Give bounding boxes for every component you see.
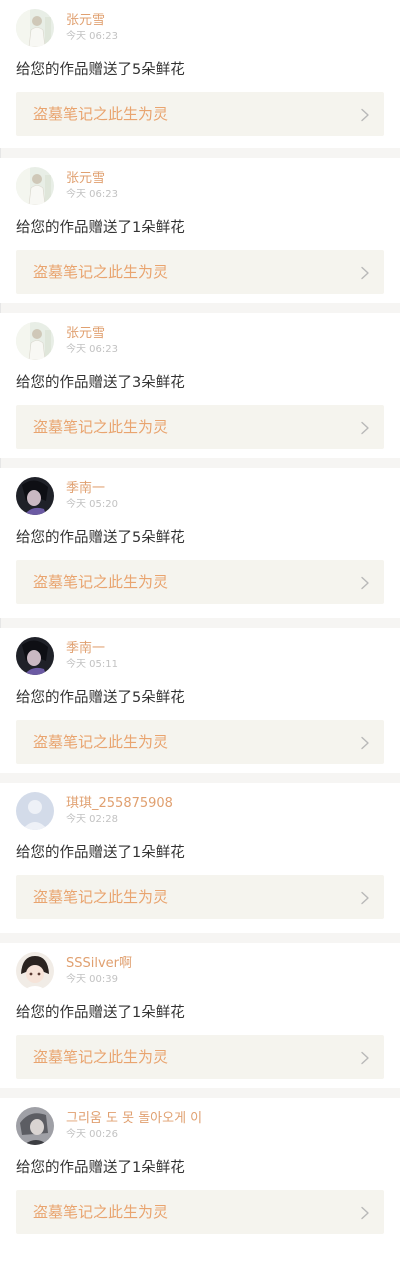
gift-message: 给您的作品赠送了5朵鲜花 xyxy=(16,690,185,706)
avatar[interactable] xyxy=(16,952,54,990)
user-meta: 张元雪今天 06:23 xyxy=(66,325,118,357)
timestamp: 今天 02:28 xyxy=(66,814,118,825)
gift-message: 给您的作品赠送了3朵鲜花 xyxy=(16,375,185,391)
work-title: 盗墓笔记之此生为灵 xyxy=(33,105,169,123)
avatar[interactable] xyxy=(16,167,54,205)
work-link-button[interactable]: 盗墓笔记之此生为灵 xyxy=(16,1190,384,1234)
username-link[interactable]: 琪琪_255875908 xyxy=(66,795,173,812)
user-meta: SSSilver啊今天 00:39 xyxy=(66,955,132,987)
notification-item: 季南一今天 05:20 给您的作品赠送了5朵鲜花 盗墓笔记之此生为灵 xyxy=(0,468,400,618)
section-divider xyxy=(0,303,400,313)
avatar[interactable] xyxy=(16,1107,54,1145)
section-divider xyxy=(0,618,400,628)
user-row: 张元雪今天 06:23 xyxy=(16,0,384,49)
work-title: 盗墓笔记之此生为灵 xyxy=(33,573,169,591)
chevron-right-icon xyxy=(360,890,370,905)
username-link[interactable]: 张元雪 xyxy=(66,170,118,187)
user-row: 季南一今天 05:20 xyxy=(16,468,384,517)
notification-item: 그리움 도 못 돌아오게 이 今天 00:26 给您的作品赠送了1朵鲜花 盗墓笔记之此… xyxy=(0,1098,400,1243)
work-link-button[interactable]: 盗墓笔记之此生为灵 xyxy=(16,720,384,764)
avatar[interactable] xyxy=(16,477,54,515)
user-row: 季南一今天 05:11 xyxy=(16,628,384,677)
work-title: 盗墓笔记之此生为灵 xyxy=(33,418,169,436)
timestamp: 今天 05:11 xyxy=(66,659,118,670)
work-title: 盗墓笔记之此生为灵 xyxy=(33,888,169,906)
notification-item: 琪琪_255875908 今天 02:28 给您的作品赠送了1朵鲜花 盗墓笔记之此生为… xyxy=(0,783,400,933)
chevron-right-icon xyxy=(360,107,370,122)
gift-notification-page: 张元雪 今天 06:23 给您的作品赠送了5朵鲜花 盗墓笔记之此生为灵 张元雪 今天 06… xyxy=(0,0,400,1280)
user-meta: 季南一今天 05:20 xyxy=(66,480,118,512)
user-row: 张元雪今天 06:23 xyxy=(16,158,384,207)
user-row: SSSilver啊今天 00:39 xyxy=(16,943,384,992)
section-divider xyxy=(0,458,400,468)
work-link-button[interactable]: 盗墓笔记之此生为灵 xyxy=(16,250,384,294)
work-title: 盗墓笔记之此生为灵 xyxy=(33,263,169,281)
gift-message: 给您的作品赠送了5朵鲜花 xyxy=(16,62,185,78)
gift-message: 给您的作品赠送了5朵鲜花 xyxy=(16,530,185,546)
avatar[interactable] xyxy=(16,322,54,360)
timestamp: 今天 00:39 xyxy=(66,974,118,985)
work-link-button[interactable]: 盗墓笔记之此生为灵 xyxy=(16,1035,384,1079)
user-meta: 张元雪今天 06:23 xyxy=(66,170,118,202)
section-divider xyxy=(0,933,400,943)
notification-item: 季南一今天 05:11 给您的作品赠送了5朵鲜花 盗墓笔记之此生为灵 xyxy=(0,628,400,773)
user-meta: 季南一今天 05:11 xyxy=(66,640,118,672)
notification-feed[interactable]: 张元雪 今天 06:23 给您的作品赠送了5朵鲜花 盗墓笔记之此生为灵 张元雪 今天 06… xyxy=(0,0,400,1243)
chevron-right-icon xyxy=(360,1205,370,1220)
username-link[interactable]: 季南一 xyxy=(66,640,118,657)
avatar[interactable] xyxy=(16,637,54,675)
avatar[interactable] xyxy=(16,792,54,830)
timestamp: 今天 06:23 xyxy=(66,189,118,200)
chevron-right-icon xyxy=(360,575,370,590)
user-row: 그리움 도 못 돌아오게 이 今天 00:26 xyxy=(16,1098,384,1147)
username-link[interactable]: SSSilver啊 xyxy=(66,955,132,972)
avatar[interactable] xyxy=(16,9,54,47)
user-meta: 그리움 도 못 돌아오게 이 今天 00:26 xyxy=(66,1110,202,1142)
gift-message: 给您的作品赠送了1朵鲜花 xyxy=(16,1160,185,1176)
timestamp: 今天 06:23 xyxy=(66,344,118,355)
section-divider xyxy=(0,773,400,783)
work-link-button[interactable]: 盗墓笔记之此生为灵 xyxy=(16,92,384,136)
user-row: 琪琪_255875908 今天 02:28 xyxy=(16,783,384,832)
user-meta: 琪琪_255875908 今天 02:28 xyxy=(66,795,173,827)
work-title: 盗墓笔记之此生为灵 xyxy=(33,733,169,751)
chevron-right-icon xyxy=(360,265,370,280)
section-divider xyxy=(0,1088,400,1098)
username-link[interactable]: 张元雪 xyxy=(66,12,118,29)
chevron-right-icon xyxy=(360,420,370,435)
notification-item: SSSilver啊今天 00:39 给您的作品赠送了1朵鲜花 盗墓笔记之此生为灵 xyxy=(0,943,400,1088)
username-link[interactable]: 그리움 도 못 돌아오게 이 xyxy=(66,1110,202,1127)
timestamp: 今天 05:20 xyxy=(66,499,118,510)
user-meta: 张元雪今天 06:23 xyxy=(66,12,118,44)
gift-message: 给您的作品赠送了1朵鲜花 xyxy=(16,220,185,236)
gift-message: 给您的作品赠送了1朵鲜花 xyxy=(16,845,185,861)
section-divider xyxy=(0,148,400,158)
work-link-button[interactable]: 盗墓笔记之此生为灵 xyxy=(16,875,384,919)
timestamp: 今天 00:26 xyxy=(66,1129,118,1140)
chevron-right-icon xyxy=(360,735,370,750)
timestamp: 今天 06:23 xyxy=(66,31,118,42)
notification-item: 张元雪今天 06:23 给您的作品赠送了5朵鲜花 盗墓笔记之此生为灵 xyxy=(0,0,400,148)
work-title: 盗墓笔记之此生为灵 xyxy=(33,1048,169,1066)
work-title: 盗墓笔记之此生为灵 xyxy=(33,1203,169,1221)
notification-item: 张元雪今天 06:23 给您的作品赠送了1朵鲜花 盗墓笔记之此生为灵 xyxy=(0,158,400,303)
username-link[interactable]: 张元雪 xyxy=(66,325,118,342)
notification-item: 张元雪今天 06:23 给您的作品赠送了3朵鲜花 盗墓笔记之此生为灵 xyxy=(0,313,400,458)
work-link-button[interactable]: 盗墓笔记之此生为灵 xyxy=(16,560,384,604)
gift-message: 给您的作品赠送了1朵鲜花 xyxy=(16,1005,185,1021)
work-link-button[interactable]: 盗墓笔记之此生为灵 xyxy=(16,405,384,449)
chevron-right-icon xyxy=(360,1050,370,1065)
user-row: 张元雪今天 06:23 xyxy=(16,313,384,362)
username-link[interactable]: 季南一 xyxy=(66,480,118,497)
